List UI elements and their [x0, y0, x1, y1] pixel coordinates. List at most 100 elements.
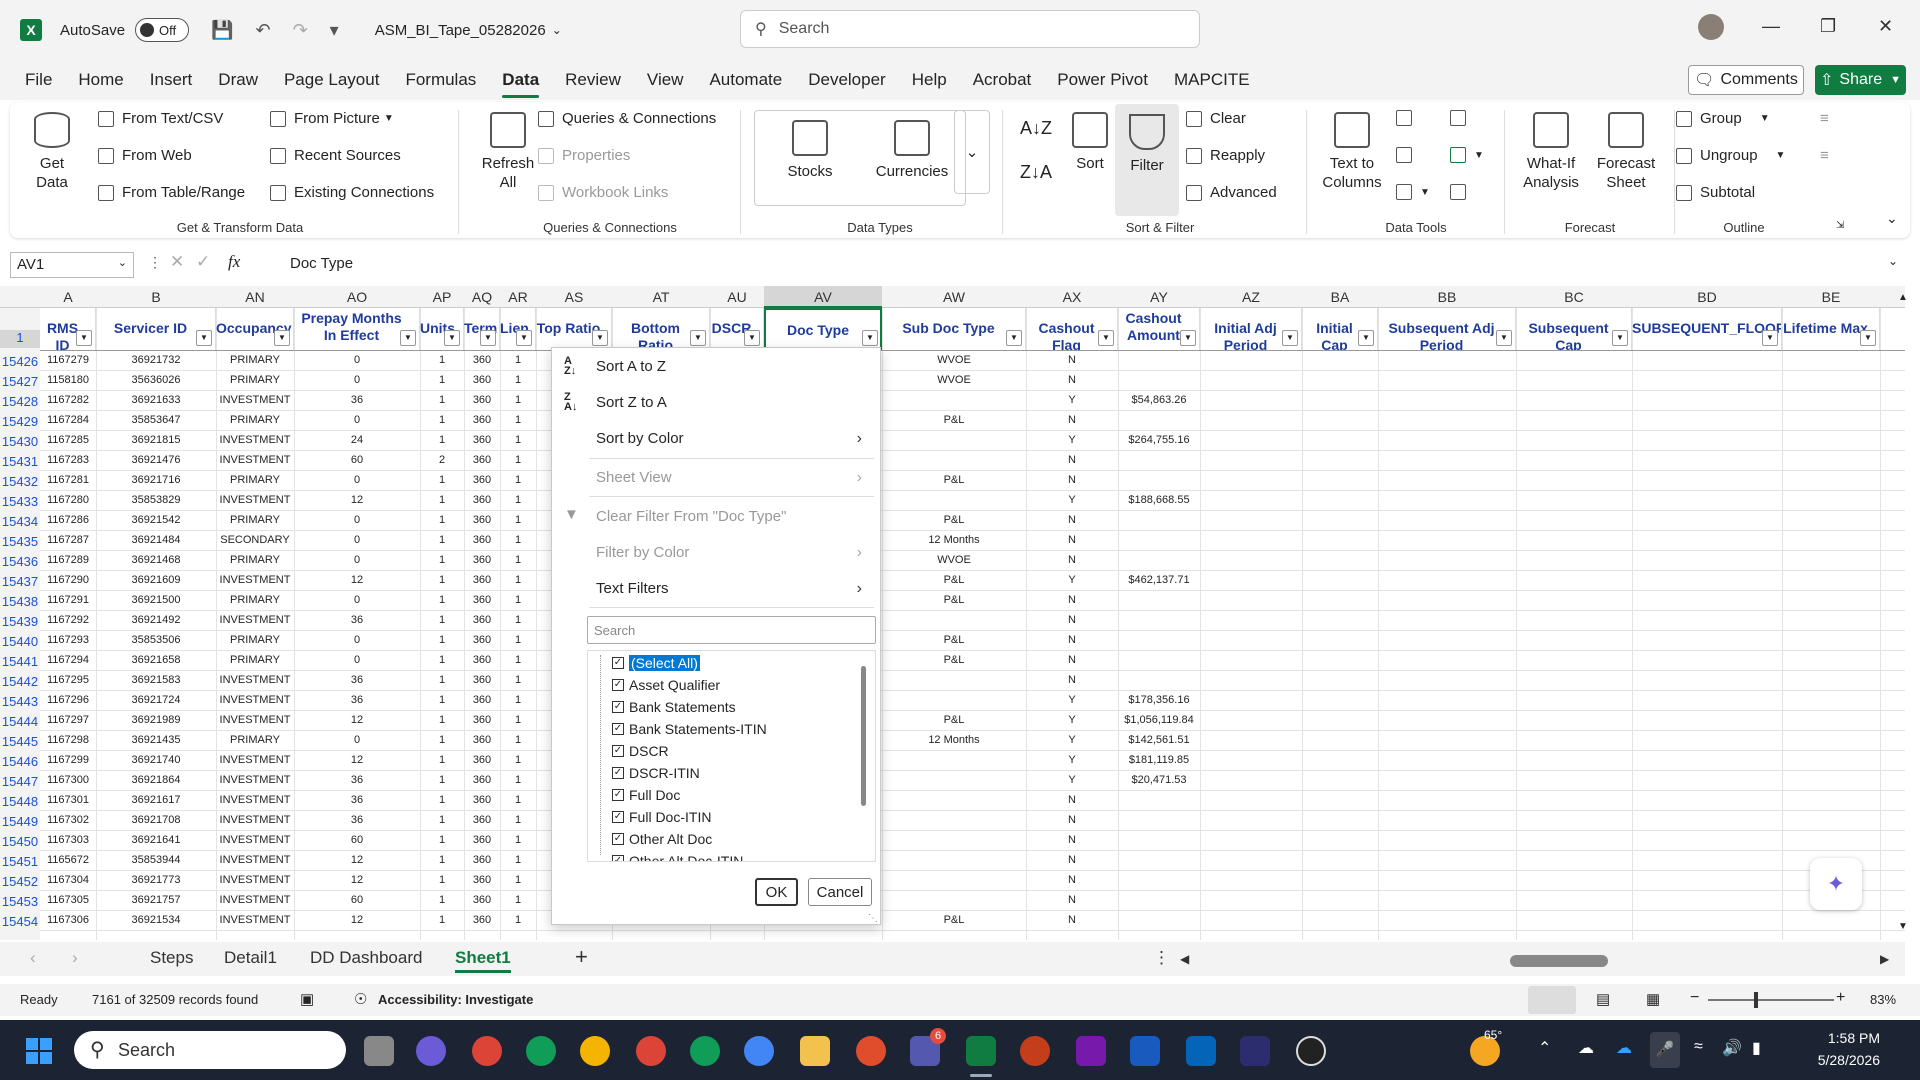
table-cell[interactable]: 1167305	[40, 890, 96, 910]
table-cell[interactable]: WVOE	[882, 550, 1026, 570]
table-cell[interactable]: N	[1026, 370, 1118, 390]
undo-icon[interactable]: ↶	[255, 20, 270, 41]
table-cell[interactable]: 1	[420, 730, 464, 750]
table-cell[interactable]: 35853829	[96, 490, 216, 510]
manage-data-model-icon[interactable]	[1450, 184, 1474, 200]
table-cell[interactable]: 360	[464, 830, 500, 850]
table-cell[interactable]: P&L	[882, 650, 1026, 670]
table-cell[interactable]: 36921740	[96, 750, 216, 770]
table-cell[interactable]: Y	[1026, 430, 1118, 450]
hscroll-right-icon[interactable]: ▶	[1880, 952, 1889, 966]
row-number[interactable]: 15442	[0, 674, 40, 689]
table-cell[interactable]: 360	[464, 550, 500, 570]
table-cell[interactable]: 12	[294, 850, 420, 870]
table-cell[interactable]: 36921534	[96, 910, 216, 930]
table-cell[interactable]: 36921989	[96, 710, 216, 730]
what-if-analysis-button[interactable]: What-If Analysis	[1506, 112, 1596, 192]
page-break-view-icon[interactable]: ▦	[1646, 990, 1660, 1008]
row-number[interactable]: 15454	[0, 914, 40, 929]
table-cell[interactable]: 0	[294, 650, 420, 670]
table-cell[interactable]: 1167281	[40, 470, 96, 490]
column-header[interactable]: AY	[1118, 289, 1200, 305]
table-cell[interactable]: 36921492	[96, 610, 216, 630]
table-cell[interactable]: 12	[294, 570, 420, 590]
table-cell[interactable]: N	[1026, 410, 1118, 430]
table-cell[interactable]: N	[1026, 450, 1118, 470]
table-cell[interactable]: N	[1026, 530, 1118, 550]
table-cell[interactable]	[882, 610, 1026, 630]
table-cell[interactable]: 1	[420, 870, 464, 890]
table-cell[interactable]: 0	[294, 370, 420, 390]
table-cell[interactable]: PRIMARY	[216, 550, 294, 570]
consolidate-icon[interactable]	[1450, 110, 1474, 126]
table-cell[interactable]: 1167304	[40, 870, 96, 890]
sheet-view[interactable]: Sheet View ›	[596, 469, 876, 486]
table-cell[interactable]: 12 Months	[882, 730, 1026, 750]
table-cell[interactable]: INVESTMENT	[216, 770, 294, 790]
table-cell[interactable]: 360	[464, 650, 500, 670]
table-cell[interactable]: 1	[500, 790, 536, 810]
battery-icon[interactable]: ▮	[1752, 1038, 1761, 1058]
column-header[interactable]: AX	[1026, 289, 1118, 305]
table-cell[interactable]: 36921609	[96, 570, 216, 590]
table-cell[interactable]: Y	[1026, 490, 1118, 510]
table-cell[interactable]: P&L	[882, 910, 1026, 930]
row-number[interactable]: 15429	[0, 414, 40, 429]
table-cell[interactable]: $20,471.53	[1118, 770, 1200, 790]
table-cell[interactable]: 360	[464, 590, 500, 610]
table-cell[interactable]: 36921773	[96, 870, 216, 890]
table-cell[interactable]: 0	[294, 630, 420, 650]
table-cell[interactable]: 1	[500, 490, 536, 510]
table-cell[interactable]: 1167283	[40, 450, 96, 470]
table-cell[interactable]	[882, 890, 1026, 910]
file-name[interactable]: ASM_BI_Tape_05282026	[375, 22, 546, 39]
table-cell[interactable]: 1	[500, 910, 536, 930]
task-view-icon[interactable]	[364, 1036, 394, 1066]
checkbox-icon[interactable]: ✓	[612, 745, 624, 757]
insert-function-icon[interactable]: fx	[228, 252, 240, 272]
sort-button[interactable]: Sort	[1060, 112, 1120, 173]
filter-dropdown-icon[interactable]: ▼	[744, 330, 760, 346]
table-cell[interactable]: 1	[500, 810, 536, 830]
table-cell[interactable]: 36921815	[96, 430, 216, 450]
table-cell[interactable]: 0	[294, 470, 420, 490]
checkbox-icon[interactable]: ✓	[612, 701, 624, 713]
hscroll-left-icon[interactable]: ◀	[1180, 952, 1189, 966]
column-header[interactable]: AO	[294, 289, 420, 305]
row-number[interactable]: 15450	[0, 834, 40, 849]
vertical-scrollbar[interactable]: ▲ ▼	[1898, 292, 1908, 932]
table-cell[interactable]	[882, 490, 1026, 510]
checkbox-icon[interactable]: ✓	[612, 767, 624, 779]
table-cell[interactable]: INVESTMENT	[216, 890, 294, 910]
word-icon[interactable]	[1130, 1036, 1160, 1066]
table-cell[interactable]: 1	[500, 510, 536, 530]
filter-dropdown-icon[interactable]: ▼	[1098, 330, 1114, 346]
minimize-icon[interactable]: —	[1762, 16, 1780, 37]
table-cell[interactable]: 1167298	[40, 730, 96, 750]
table-cell[interactable]: 360	[464, 530, 500, 550]
sort-z-to-a[interactable]: Sort Z to A	[596, 394, 667, 411]
table-cell[interactable]: 1167289	[40, 550, 96, 570]
menu-insert[interactable]: Insert	[137, 60, 206, 100]
table-cell[interactable]: N	[1026, 650, 1118, 670]
table-cell[interactable]: 1	[500, 670, 536, 690]
table-cell[interactable]: 1167301	[40, 790, 96, 810]
filter-dropdown-icon[interactable]: ▼	[480, 330, 496, 346]
menu-view[interactable]: View	[634, 60, 697, 100]
table-cell[interactable]: PRIMARY	[216, 470, 294, 490]
menu-power-pivot[interactable]: Power Pivot	[1044, 60, 1161, 100]
table-cell[interactable]	[1118, 790, 1200, 810]
filter-button[interactable]: Filter	[1115, 104, 1179, 216]
table-cell[interactable]: 36921658	[96, 650, 216, 670]
table-cell[interactable]: P&L	[882, 590, 1026, 610]
row-number[interactable]: 15441	[0, 654, 40, 669]
table-cell[interactable]: N	[1026, 910, 1118, 930]
table-cell[interactable]: 1	[420, 710, 464, 730]
table-cell[interactable]: 35853647	[96, 410, 216, 430]
table-cell[interactable]: 1	[420, 850, 464, 870]
table-cell[interactable]: 1167282	[40, 390, 96, 410]
table-cell[interactable]: 1167290	[40, 570, 96, 590]
more-icon[interactable]: ⋮	[148, 254, 162, 271]
table-cell[interactable]: WVOE	[882, 370, 1026, 390]
reapply-button[interactable]: Reapply	[1186, 147, 1265, 164]
